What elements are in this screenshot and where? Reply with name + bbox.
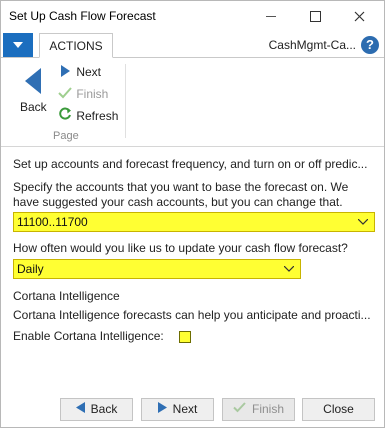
back-button[interactable]: Back <box>60 398 133 421</box>
accounts-filter-field[interactable]: 11100..11700 <box>13 212 375 232</box>
maximize-icon <box>309 11 321 23</box>
ribbon-back-label: Back <box>20 100 47 114</box>
ribbon: Back Next Finish Refresh Page <box>1 58 384 147</box>
back-arrow-icon <box>75 399 85 420</box>
close-button-label: Close <box>323 402 354 416</box>
cortana-enable-checkbox[interactable] <box>179 331 191 343</box>
minimize-button[interactable] <box>256 5 286 27</box>
ribbon-refresh-button[interactable]: Refresh <box>57 106 118 126</box>
next-arrow-icon <box>57 63 73 83</box>
frequency-select[interactable]: Daily <box>13 259 301 279</box>
chevron-down-icon[interactable] <box>358 219 368 225</box>
ribbon-finish-label: Finish <box>76 87 109 101</box>
close-button[interactable]: Close <box>302 398 375 421</box>
finish-button-label: Finish <box>251 402 284 416</box>
check-icon <box>57 85 73 105</box>
cortana-description: Cortana Intelligence forecasts can help … <box>13 308 371 322</box>
dialog-window: Set Up Cash Flow Forecast ACTIONS CashMg… <box>0 0 385 428</box>
window-title: Set Up Cash Flow Forecast <box>9 9 156 23</box>
ribbon-finish-button[interactable]: Finish <box>57 84 108 104</box>
ribbon-back-button[interactable]: Back <box>15 62 51 116</box>
chevron-down-icon[interactable] <box>284 266 294 272</box>
back-arrow-icon <box>25 68 41 94</box>
ribbon-next-button[interactable]: Next <box>57 62 101 82</box>
next-button-label: Next <box>172 402 198 416</box>
ribbon-next-label: Next <box>76 65 102 79</box>
frequency-value: Daily <box>17 262 44 276</box>
chevron-down-icon <box>13 42 23 48</box>
close-icon <box>354 11 364 22</box>
finish-button[interactable]: Finish <box>222 398 295 421</box>
help-icon[interactable]: ? <box>361 36 379 54</box>
accounts-description-line-1: Specify the accounts that you want to ba… <box>13 180 349 194</box>
cortana-heading: Cortana Intelligence <box>13 289 120 303</box>
tab-actions[interactable]: ACTIONS <box>39 33 113 58</box>
accounts-description-line-2: have suggested your cash accounts, but y… <box>13 195 343 209</box>
tab-strip: ACTIONS CashMgmt-Ca... ? <box>1 33 384 58</box>
back-button-label: Back <box>90 402 118 416</box>
ribbon-group-label: Page <box>53 130 79 142</box>
app-menu-button[interactable] <box>3 33 33 57</box>
refresh-icon <box>57 107 73 127</box>
maximize-button[interactable] <box>300 5 330 27</box>
close-window-button[interactable] <box>344 5 374 27</box>
intro-text: Set up accounts and forecast frequency, … <box>13 157 368 171</box>
ribbon-refresh-label: Refresh <box>76 109 119 123</box>
cortana-enable-label: Enable Cortana Intelligence: <box>13 329 164 343</box>
accounts-filter-value: 11100..11700 <box>17 215 88 229</box>
frequency-description: How often would you like us to update yo… <box>13 241 348 255</box>
ribbon-divider <box>125 64 126 138</box>
next-arrow-icon <box>157 399 167 420</box>
title-bar: Set Up Cash Flow Forecast <box>1 1 384 31</box>
minimize-icon <box>266 16 276 18</box>
next-button[interactable]: Next <box>141 398 214 421</box>
company-name: CashMgmt-Ca... <box>268 38 356 52</box>
check-icon <box>233 399 246 420</box>
